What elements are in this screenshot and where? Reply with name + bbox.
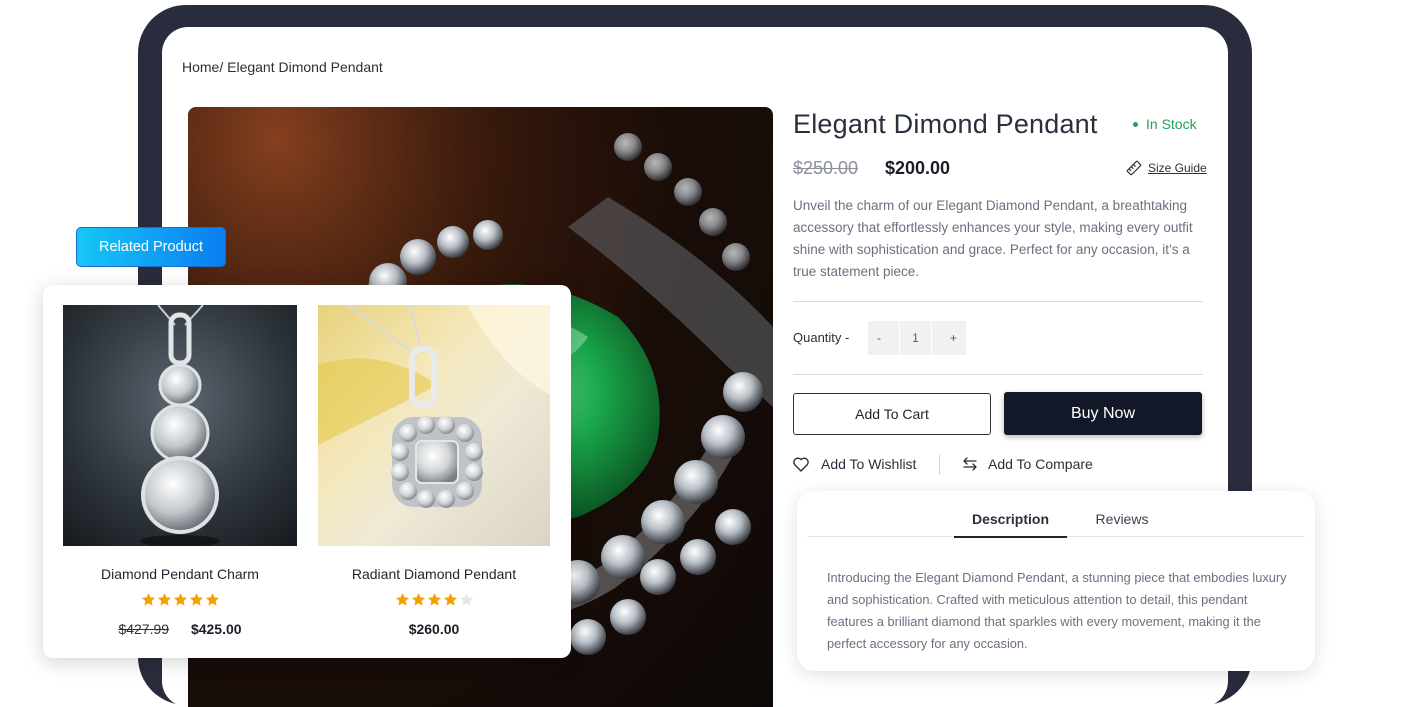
description-tabs-card: Description Reviews Introducing the Eleg… xyxy=(797,491,1315,671)
divider xyxy=(793,301,1203,302)
star-icon xyxy=(459,593,473,606)
breadcrumb[interactable]: Home/ Elegant Dimond Pendant xyxy=(182,59,383,75)
related-product-prices: $427.99 $425.00 xyxy=(63,621,297,637)
related-product-image[interactable] xyxy=(63,305,297,546)
tab-description[interactable]: Description xyxy=(954,511,1067,538)
related-product-name[interactable]: Radiant Diamond Pendant xyxy=(318,566,550,582)
related-product-name[interactable]: Diamond Pendant Charm xyxy=(63,566,297,582)
tab-content: Introducing the Elegant Diamond Pendant,… xyxy=(827,570,1287,651)
add-to-cart-button[interactable]: Add To Cart xyxy=(793,393,991,435)
ruler-icon xyxy=(1126,160,1142,176)
related-product-image[interactable] xyxy=(318,305,550,546)
price-original: $250.00 xyxy=(793,158,859,178)
star-icon xyxy=(205,593,219,606)
stock-status: In Stock xyxy=(1133,116,1197,132)
related-product-tag[interactable]: Related Product xyxy=(76,227,226,267)
quantity-label: Quantity - xyxy=(793,330,850,345)
add-to-compare-button[interactable]: Add To Compare xyxy=(962,456,1093,472)
stock-label: In Stock xyxy=(1146,116,1197,132)
price-original: $427.99 xyxy=(118,621,170,637)
quantity-decrement-button[interactable]: - xyxy=(877,331,881,345)
size-guide-link[interactable]: Size Guide xyxy=(1126,160,1207,176)
star-icon xyxy=(157,593,171,606)
stock-dot-icon xyxy=(1133,121,1138,127)
star-icon xyxy=(427,593,441,606)
add-to-wishlist-button[interactable]: Add To Wishlist xyxy=(793,456,916,472)
tab-reviews[interactable]: Reviews xyxy=(1087,511,1157,527)
compare-label[interactable]: Add To Compare xyxy=(988,456,1093,472)
product-description: Unveil the charm of our Elegant Diamond … xyxy=(793,198,1193,279)
rating-stars xyxy=(63,592,297,607)
divider xyxy=(939,455,940,475)
buy-now-button[interactable]: Buy Now xyxy=(1004,392,1202,435)
rating-stars xyxy=(318,592,550,607)
star-icon xyxy=(189,593,203,606)
wishlist-label[interactable]: Add To Wishlist xyxy=(821,456,916,472)
price-current: $425.00 xyxy=(190,621,242,637)
star-icon xyxy=(173,593,187,606)
related-product-prices: $260.00 xyxy=(318,621,550,637)
quantity-stepper[interactable]: - 1 + xyxy=(868,321,966,355)
quantity-increment-button[interactable]: + xyxy=(950,331,957,345)
compare-arrows-icon xyxy=(963,457,977,471)
heart-icon xyxy=(793,456,809,472)
tab-bar: Description Reviews xyxy=(807,509,1305,538)
product-title: Elegant Dimond Pendant xyxy=(793,109,1098,139)
quantity-value[interactable]: 1 xyxy=(899,321,932,355)
size-guide-label[interactable]: Size Guide xyxy=(1148,161,1207,175)
price-current: $260.00 xyxy=(408,621,460,637)
star-icon xyxy=(395,593,409,606)
star-icon xyxy=(443,593,457,606)
star-icon xyxy=(411,593,425,606)
price-current: $200.00 xyxy=(885,158,951,178)
star-icon xyxy=(141,593,155,606)
related-products-card: Diamond Pendant Charm $427.99 $425.00 Ra… xyxy=(43,285,571,658)
divider xyxy=(793,374,1203,375)
